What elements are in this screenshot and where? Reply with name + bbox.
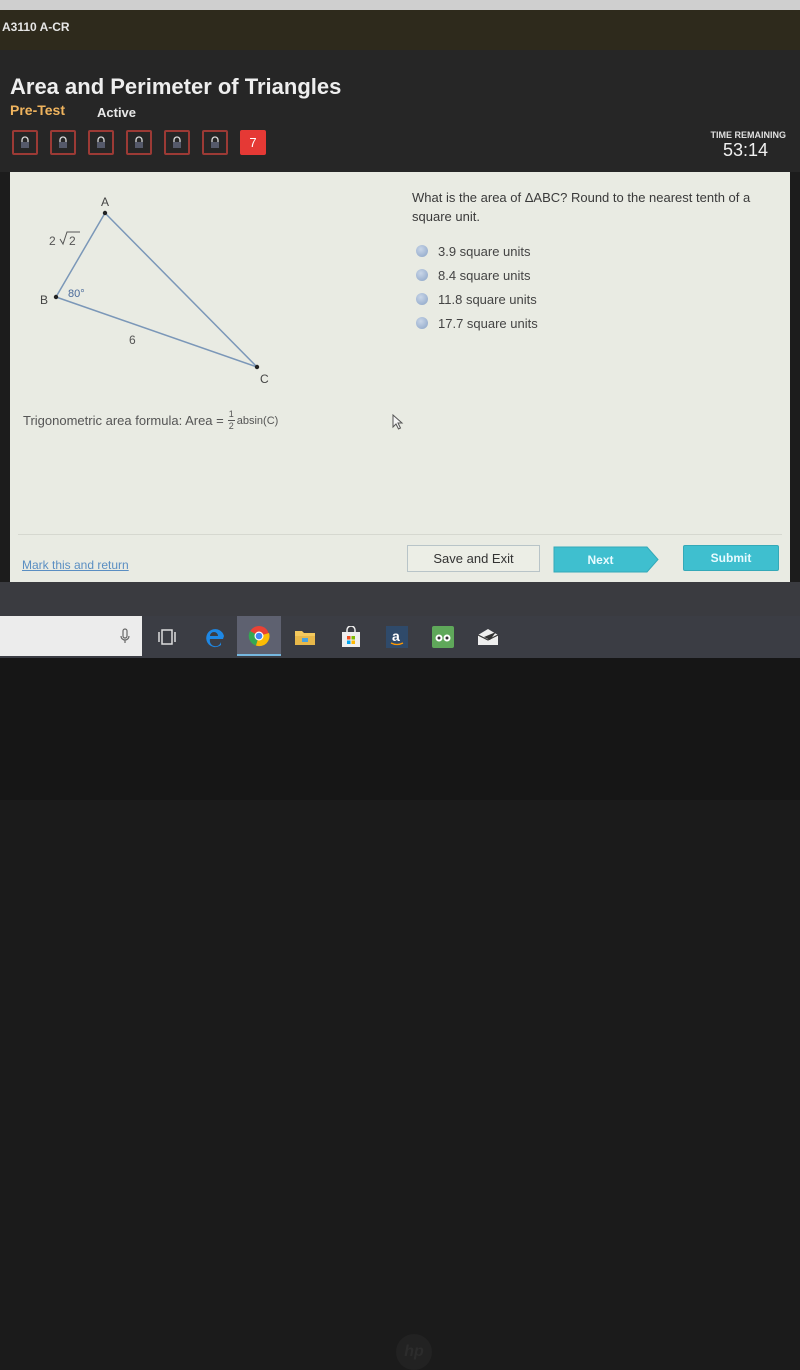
- microphone-icon[interactable]: [120, 628, 130, 644]
- window-frame: [0, 582, 800, 618]
- screen: A3110 A-CR Area and Perimeter of Triangl…: [0, 0, 800, 1370]
- lock-icon: [59, 136, 67, 148]
- side-ab: [55, 212, 106, 298]
- taskbar: a: [0, 616, 800, 658]
- save-and-exit-button[interactable]: Save and Exit: [407, 545, 540, 572]
- question-button-6[interactable]: [202, 130, 228, 155]
- lock-icon: [21, 136, 29, 148]
- side-ab-radicand: 2: [69, 234, 76, 248]
- vertex-c-label: C: [260, 372, 269, 386]
- vertex-a-label: A: [101, 195, 109, 209]
- answer-option[interactable]: 11.8 square units: [416, 287, 538, 311]
- store-icon[interactable]: [336, 622, 366, 652]
- radio-button[interactable]: [416, 293, 428, 305]
- amazon-icon[interactable]: a: [382, 622, 412, 652]
- browser-chrome-edge: [0, 0, 800, 10]
- question-text: What is the area of ΔABC? Round to the n…: [412, 190, 751, 224]
- question-button-3[interactable]: [88, 130, 114, 155]
- mark-and-return-link[interactable]: Mark this and return: [22, 558, 129, 572]
- answer-option-label: 8.4 square units: [438, 267, 531, 283]
- side-ab-coefficient: 2: [49, 234, 56, 248]
- time-remaining-value: 53:14: [722, 140, 768, 160]
- answer-option[interactable]: 17.7 square units: [416, 311, 538, 335]
- course-bar: A3110 A-CR: [0, 10, 800, 50]
- svg-text:a: a: [392, 628, 400, 644]
- answer-option-label: 11.8 square units: [438, 291, 537, 307]
- answer-option[interactable]: 8.4 square units: [416, 263, 538, 287]
- formula-suffix: absin(C): [236, 414, 279, 427]
- next-button-label: Next: [587, 552, 614, 567]
- question-button-current[interactable]: 7: [240, 130, 266, 155]
- question-button-2[interactable]: [50, 130, 76, 155]
- edge-icon[interactable]: [200, 622, 230, 652]
- question-navigation: 7: [12, 130, 266, 155]
- side-bc-label: 6: [129, 333, 136, 347]
- activity-header: Area and Perimeter of Triangles Pre-Test…: [0, 50, 800, 172]
- tripadvisor-icon[interactable]: [428, 622, 458, 652]
- task-view-icon[interactable]: [152, 622, 182, 652]
- mail-icon[interactable]: [473, 622, 503, 652]
- hp-logo-icon: hp: [396, 1334, 432, 1370]
- lock-icon: [173, 136, 181, 148]
- triangle-diagram: A B C 2 2 80° 6: [40, 195, 269, 386]
- chrome-icon[interactable]: [237, 616, 281, 656]
- lock-icon: [135, 136, 143, 148]
- area-formula-hint: Trigonometric area formula: Area = 1 2 a…: [23, 410, 278, 431]
- answer-options: 3.9 square units 8.4 square units 11.8 s…: [416, 239, 538, 335]
- question-button-1[interactable]: [12, 130, 38, 155]
- lock-icon: [97, 136, 105, 148]
- formula-prefix: Trigonometric area formula: Area =: [23, 413, 224, 428]
- vertex-b-label: B: [40, 293, 48, 307]
- question-panel: A B C 2 2 80° 6 What is the area of ΔABC…: [10, 172, 790, 582]
- submit-button[interactable]: Submit: [683, 545, 779, 571]
- fraction-numerator: 1: [228, 409, 234, 419]
- footer-divider: [18, 534, 782, 535]
- time-remaining-label: TIME REMAINING: [710, 130, 787, 140]
- answer-option[interactable]: 3.9 square units: [416, 239, 538, 263]
- lock-icon: [211, 136, 219, 148]
- vertex-a-point: [102, 210, 108, 216]
- radio-button[interactable]: [416, 245, 428, 257]
- question-button-5[interactable]: [164, 130, 190, 155]
- taskbar-search-box[interactable]: [0, 616, 142, 656]
- angle-b-label: 80°: [68, 288, 85, 300]
- answer-option-label: 3.9 square units: [438, 243, 531, 259]
- status-label: Active: [97, 105, 137, 120]
- monitor-bezel: hp: [0, 658, 800, 1370]
- radio-button[interactable]: [416, 317, 428, 329]
- page-title: Area and Perimeter of Triangles: [10, 74, 342, 99]
- radio-button[interactable]: [416, 269, 428, 281]
- vertex-c-point: [254, 364, 260, 370]
- course-code: A3110 A-CR: [2, 20, 70, 34]
- next-button[interactable]: Next: [553, 546, 659, 573]
- side-ac: [104, 212, 258, 368]
- question-button-4[interactable]: [126, 130, 152, 155]
- file-explorer-icon[interactable]: [290, 622, 320, 652]
- formula-fraction: 1 2: [227, 409, 235, 431]
- vertex-b-point: [53, 294, 59, 300]
- answer-option-label: 17.7 square units: [438, 315, 538, 331]
- side-bc: [55, 296, 258, 368]
- fraction-denominator: 2: [228, 421, 234, 431]
- activity-type: Pre-Test: [10, 102, 65, 118]
- mouse-cursor-icon: [392, 414, 404, 430]
